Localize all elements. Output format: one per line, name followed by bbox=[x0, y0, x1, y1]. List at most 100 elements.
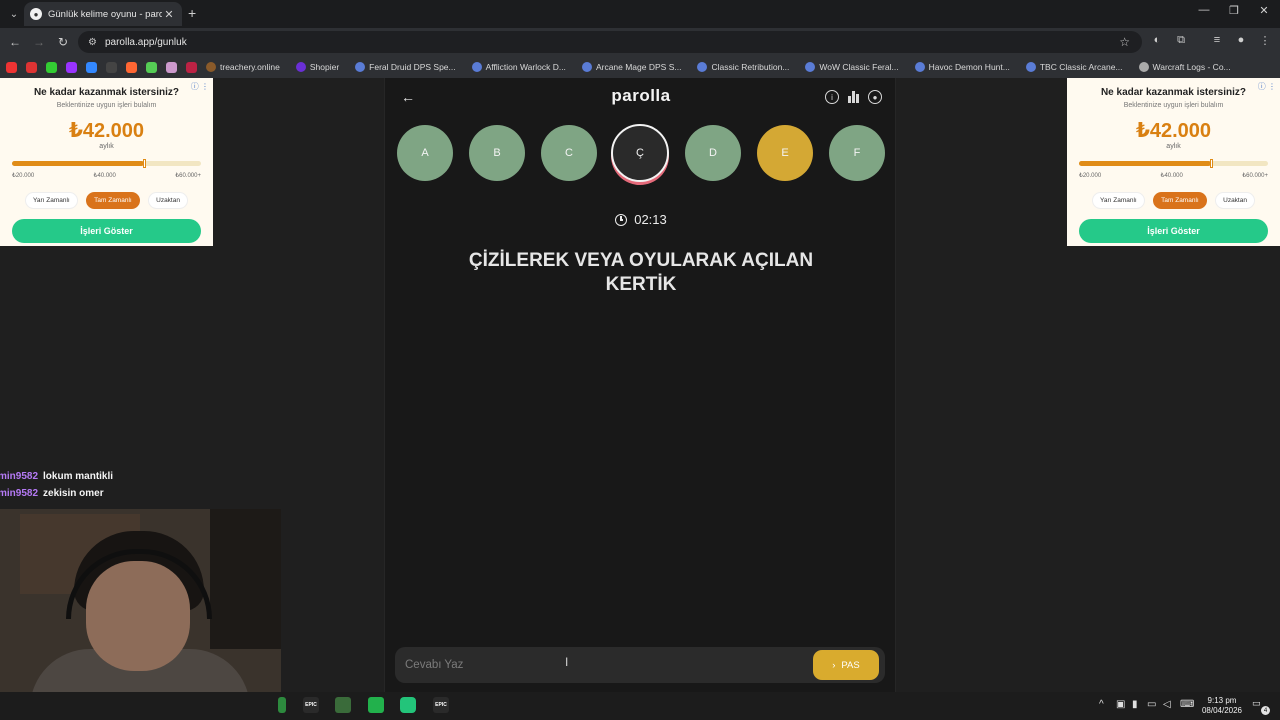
letter-circle-current[interactable]: Ç bbox=[611, 124, 669, 182]
timer: 02:13 bbox=[385, 212, 897, 227]
answer-input[interactable] bbox=[405, 655, 800, 675]
notification-badge: 4 bbox=[1261, 706, 1270, 715]
reading-list-icon[interactable]: ≡ bbox=[1208, 34, 1226, 46]
tab-title: Günlük kelime oyunu - parolla bbox=[48, 8, 162, 20]
profile-avatar[interactable]: ● bbox=[1232, 34, 1250, 46]
chat-username: min9582 bbox=[0, 471, 39, 482]
right-ad-banner[interactable]: ⓘ ⋮ Ne kadar kazanmak istersiniz? Beklen… bbox=[1067, 78, 1280, 246]
ad-option-remote[interactable]: Uzaktan bbox=[1215, 192, 1255, 209]
tray-icon[interactable]: ▣ bbox=[1116, 699, 1125, 710]
minimize-button[interactable]: — bbox=[1194, 4, 1214, 16]
tab-search-button[interactable]: ⌄ bbox=[5, 5, 23, 23]
letter-circle-f[interactable]: F bbox=[829, 125, 885, 181]
bookmark-item[interactable]: Classic Retribution... bbox=[697, 62, 789, 72]
bookmark-item[interactable]: WoW Classic Feral... bbox=[805, 62, 899, 72]
tab-close-icon[interactable]: ✕ bbox=[162, 8, 176, 21]
ad-option-full-time[interactable]: Tam Zamanlı bbox=[1153, 192, 1207, 209]
chat-message: zekisin omer bbox=[43, 488, 104, 499]
stats-icon[interactable] bbox=[847, 90, 861, 104]
letter-circle-c[interactable]: C bbox=[541, 125, 597, 181]
ad-amount: ₺42.000 bbox=[68, 120, 145, 142]
browser-tab-active[interactable]: ● Günlük kelime oyunu - parolla ✕ bbox=[24, 2, 182, 26]
volume-icon[interactable]: ◁ bbox=[1163, 699, 1171, 710]
forward-nav-icon[interactable]: → bbox=[27, 30, 51, 54]
brand-logo: parolla bbox=[611, 86, 671, 105]
new-tab-button[interactable]: + bbox=[188, 5, 196, 21]
letter-circle-a[interactable]: A bbox=[397, 125, 453, 181]
bookmark-icon[interactable] bbox=[86, 61, 97, 73]
letter-circle-e[interactable]: E bbox=[757, 125, 813, 181]
ad-salary-slider[interactable] bbox=[1079, 159, 1268, 168]
bookmark-item[interactable]: TBC Classic Arcane... bbox=[1025, 62, 1123, 72]
reload-icon[interactable]: ↻ bbox=[51, 30, 75, 54]
bookmark-item[interactable]: Havoc Demon Hunt... bbox=[914, 62, 1010, 72]
page-content: ⓘ ⋮ Ne kadar kazanmak istersiniz? Beklen… bbox=[0, 78, 1280, 692]
close-window-button[interactable]: ✕ bbox=[1254, 4, 1274, 17]
chat-message: lokum mantikli bbox=[43, 471, 114, 482]
ad-slider-fill bbox=[1079, 161, 1212, 166]
bookmark-icon[interactable] bbox=[166, 61, 177, 73]
youtube-bookmark-icon[interactable] bbox=[6, 61, 17, 73]
ad-option-part-time[interactable]: Yarı Zamanlı bbox=[1092, 192, 1145, 209]
bookmark-item[interactable]: Warcraft Logs - Co... bbox=[1138, 62, 1231, 72]
ad-option-part-time[interactable]: Yarı Zamanlı bbox=[25, 192, 78, 209]
info-icon[interactable]: i bbox=[825, 90, 839, 104]
pass-label: PAS bbox=[841, 659, 860, 671]
pass-button[interactable]: › PAS bbox=[813, 650, 879, 680]
taskbar-app-icon[interactable] bbox=[278, 697, 286, 713]
bookmark-icon[interactable] bbox=[66, 61, 77, 73]
bookmark-item[interactable]: Feral Druid DPS Spe... bbox=[355, 62, 456, 72]
ad-cta-button[interactable]: İşleri Göster bbox=[12, 219, 201, 243]
restore-button[interactable]: ❐ bbox=[1224, 4, 1244, 17]
letter-circle-b[interactable]: B bbox=[469, 125, 525, 181]
ad-slider-knob[interactable] bbox=[1210, 159, 1214, 168]
ad-salary-slider[interactable] bbox=[12, 159, 201, 168]
extension-icon[interactable]: ◐ bbox=[1148, 34, 1166, 46]
tray-overflow-icon[interactable]: ^ bbox=[1099, 699, 1104, 710]
bookmark-icon[interactable] bbox=[186, 61, 197, 73]
keyboard-icon[interactable]: ⌨ bbox=[1180, 699, 1194, 710]
site-info-icon[interactable]: ⚙ bbox=[88, 37, 97, 48]
profile-icon[interactable]: ● bbox=[868, 90, 882, 104]
clock-time: 9:13 pm bbox=[1207, 696, 1237, 705]
taskbar-app-icon[interactable] bbox=[400, 697, 416, 713]
taskbar-app-icon[interactable] bbox=[368, 697, 384, 713]
webcam-overlay bbox=[0, 509, 281, 692]
system-clock[interactable]: 9:13 pm 08/04/2026 bbox=[1200, 696, 1244, 716]
address-bar[interactable]: ⚙ parolla.app/gunluk ☆ bbox=[78, 31, 1142, 53]
network-icon[interactable]: ▭ bbox=[1147, 699, 1156, 710]
taskbar: EPIC EPIC ^ ▣ ▮ ▭ ◁ ⌨ 9:13 pm 08/04/2026… bbox=[0, 692, 1280, 720]
ad-option-full-time[interactable]: Tam Zamanlı bbox=[86, 192, 140, 209]
ad-unit: aylık bbox=[99, 143, 114, 150]
ad-cta-button[interactable]: İşleri Göster bbox=[1079, 219, 1268, 243]
kick-bookmark-icon[interactable] bbox=[46, 61, 57, 73]
taskbar-app-icon[interactable] bbox=[335, 697, 351, 713]
browser-menu-icon[interactable]: ⋮ bbox=[1256, 34, 1274, 47]
notification-icon[interactable]: ▭ 4 bbox=[1252, 698, 1270, 715]
bookmark-item[interactable]: Shopier bbox=[295, 62, 339, 72]
ad-slider-ticks: ₺20.000 ₺40.000 ₺60.000+ bbox=[1079, 173, 1268, 179]
letter-circle-d[interactable]: D bbox=[685, 125, 741, 181]
bookmark-icon[interactable] bbox=[106, 61, 117, 73]
bookmark-icon[interactable] bbox=[26, 61, 37, 73]
bookmark-item[interactable]: treachery.online bbox=[206, 62, 280, 72]
chat-line: min9582 lokum mantikli bbox=[0, 468, 113, 485]
left-ad-banner[interactable]: ⓘ ⋮ Ne kadar kazanmak istersiniz? Beklen… bbox=[0, 78, 213, 246]
bookmark-item[interactable]: Arcane Mage DPS S... bbox=[581, 62, 681, 72]
epic-games-icon[interactable]: EPIC bbox=[433, 697, 449, 713]
microphone-icon[interactable]: ▮ bbox=[1132, 699, 1138, 710]
epic-games-icon[interactable]: EPIC bbox=[303, 697, 319, 713]
chat-line: min9582 zekisin omer bbox=[0, 485, 113, 502]
bookmark-star-icon[interactable]: ☆ bbox=[1119, 35, 1130, 49]
bookmarks-bar: treachery.online Shopier Feral Druid DPS… bbox=[0, 56, 1280, 78]
url-text: parolla.app/gunluk bbox=[104, 36, 187, 48]
text-cursor-icon: I bbox=[565, 655, 569, 669]
ad-option-remote[interactable]: Uzaktan bbox=[148, 192, 188, 209]
reddit-bookmark-icon[interactable] bbox=[126, 61, 137, 73]
ad-slider-knob[interactable] bbox=[143, 159, 147, 168]
bookmark-icon[interactable] bbox=[146, 61, 157, 73]
browser-tab-bar: ⌄ ● Günlük kelime oyunu - parolla ✕ + — … bbox=[0, 0, 1280, 28]
back-nav-icon[interactable]: ← bbox=[3, 30, 27, 54]
extensions-puzzle-icon[interactable]: ⧉ bbox=[1172, 34, 1190, 47]
bookmark-item[interactable]: Affliction Warlock D... bbox=[471, 62, 566, 72]
